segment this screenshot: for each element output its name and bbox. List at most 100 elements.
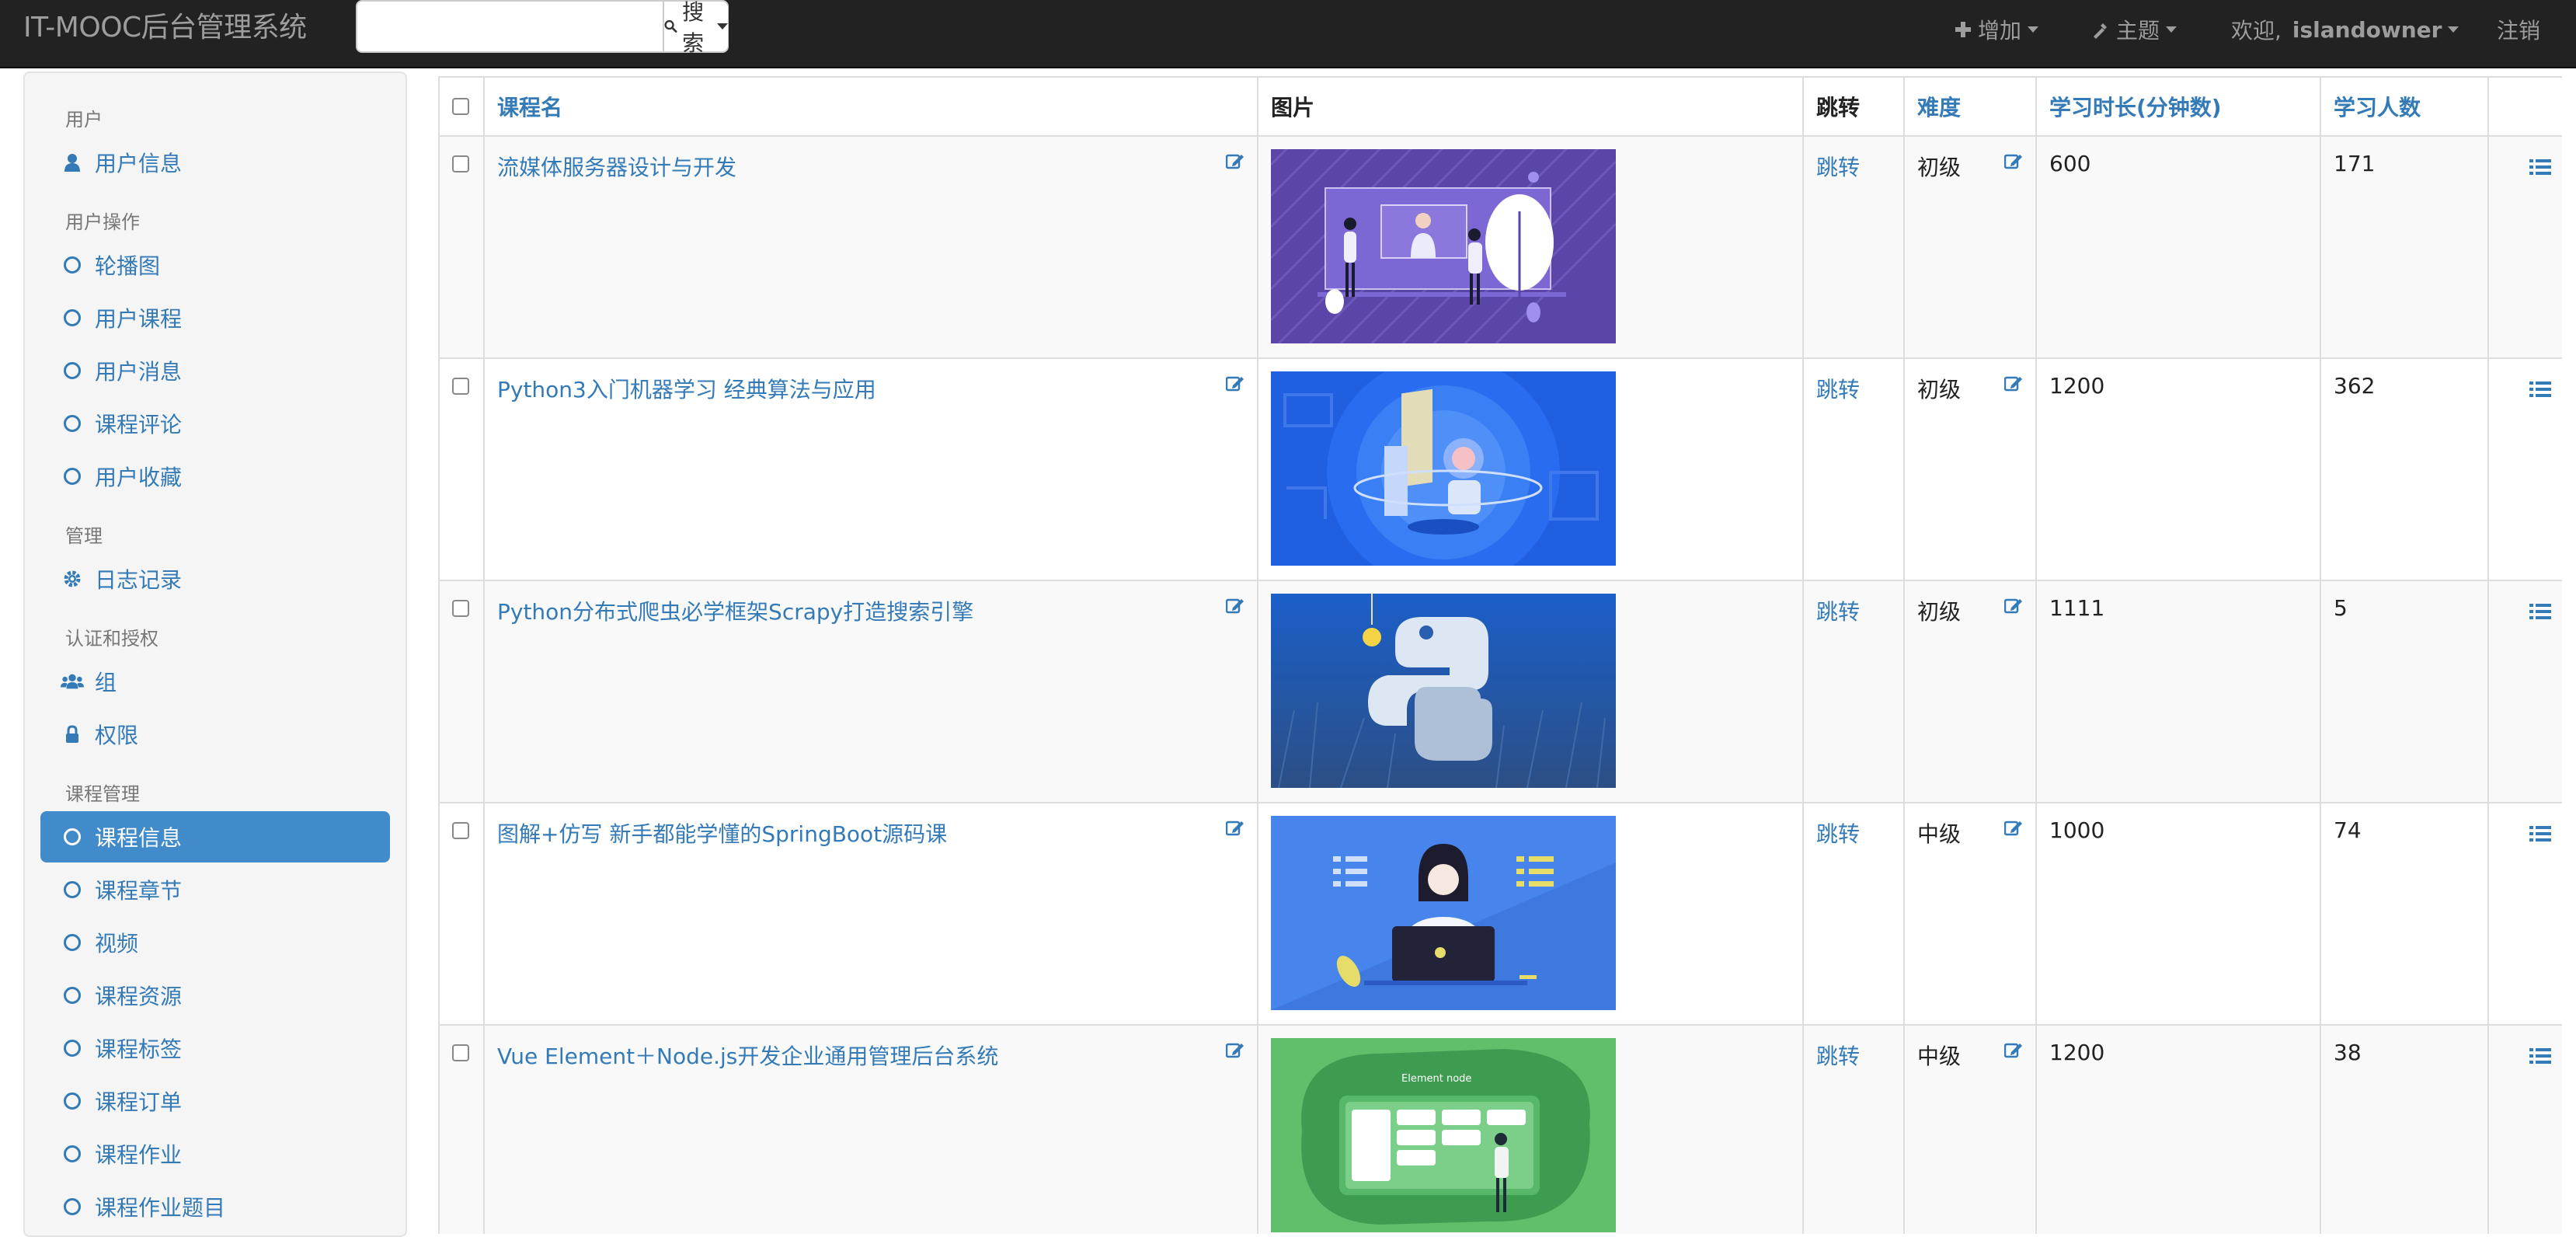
sidebar-item-course-resources[interactable]: 课程资源 [40, 970, 390, 1021]
sidebar-item-user-courses[interactable]: 用户课程 [40, 292, 390, 343]
sidebar-item-label: 视频 [95, 931, 139, 956]
jump-link[interactable]: 跳转 [1816, 821, 1860, 847]
thumbnail-illustration [1271, 594, 1616, 788]
course-name-link[interactable]: 图解+仿写 新手都能学懂的SpringBoot源码课 [497, 821, 947, 847]
brand-title[interactable]: IT-MOOC后台管理系统 [23, 12, 307, 44]
course-thumbnail[interactable] [1271, 371, 1616, 566]
column-header-students[interactable]: 学习人数 [2320, 76, 2489, 137]
column-header-name[interactable]: 课程名 [483, 76, 1258, 137]
students-cell: 74 [2320, 802, 2489, 1026]
sidebar-item-user-favorites[interactable]: 用户收藏 [40, 451, 390, 502]
row-checkbox[interactable] [452, 822, 469, 839]
sidebar-item-label: 用户信息 [95, 151, 183, 176]
table-row: Python分布式爬虫必学框架Scrapy打造搜索引擎 跳转 初级 1111 5 [438, 580, 2562, 803]
search-form: 搜索 [356, 0, 729, 56]
name-cell: Python分布式爬虫必学框架Scrapy打造搜索引擎 [483, 580, 1258, 803]
row-select-cell [438, 580, 485, 803]
gear-icon [61, 570, 84, 588]
course-thumbnail[interactable]: Element node [1271, 1038, 1616, 1232]
search-icon [664, 19, 677, 33]
column-header-duration[interactable]: 学习时长(分钟数) [2035, 76, 2321, 137]
list-icon[interactable] [2529, 1044, 2551, 1070]
table-row: Python3入门机器学习 经典算法与应用 跳转 初级 1200 362 [438, 357, 2562, 581]
course-name-link[interactable]: Vue Element＋Node.js开发企业通用管理后台系统 [497, 1044, 998, 1069]
jump-cell: 跳转 [1802, 135, 1905, 359]
list-icon[interactable] [2529, 822, 2551, 848]
difficulty-value: 初级 [1917, 599, 1962, 625]
circle-icon [61, 881, 84, 898]
chevron-down-icon [717, 23, 729, 30]
row-checkbox[interactable] [452, 600, 469, 617]
logout-link[interactable]: 注销 [2497, 0, 2540, 59]
edit-icon[interactable] [1225, 152, 1244, 174]
jump-link[interactable]: 跳转 [1816, 377, 1860, 402]
edit-icon[interactable] [2003, 375, 2023, 396]
edit-icon[interactable] [1225, 375, 1244, 396]
sidebar-item-course-homework[interactable]: 课程作业 [40, 1128, 390, 1180]
sidebar-item-course-info[interactable]: 课程信息 [40, 811, 390, 862]
sidebar-item-user-info[interactable]: 用户信息 [40, 137, 390, 188]
course-thumbnail[interactable] [1271, 149, 1616, 343]
sidebar-item-groups[interactable]: 组 [40, 656, 390, 707]
add-menu[interactable]: 增加 [1955, 0, 2039, 59]
sidebar-item-videos[interactable]: 视频 [40, 917, 390, 968]
course-table: 课程名 图片 跳转 难度 学习时长(分钟数) 学习人数 流媒体服务器设计与开发 [438, 76, 2562, 1234]
list-icon[interactable] [2529, 155, 2551, 181]
circle-icon [61, 1092, 84, 1110]
sidebar-item-course-comments[interactable]: 课程评论 [40, 398, 390, 449]
username: islandowner [2292, 16, 2442, 43]
column-header-actions [2487, 76, 2562, 137]
name-cell: Vue Element＋Node.js开发企业通用管理后台系统 [483, 1024, 1258, 1234]
edit-icon[interactable] [2003, 819, 2023, 841]
jump-link[interactable]: 跳转 [1816, 599, 1860, 625]
sidebar-item-course-chapters[interactable]: 课程章节 [40, 864, 390, 915]
jump-cell: 跳转 [1802, 580, 1905, 803]
edit-icon[interactable] [2003, 597, 2023, 618]
search-button[interactable]: 搜索 [664, 0, 729, 56]
list-icon[interactable] [2529, 378, 2551, 403]
edit-icon[interactable] [1225, 597, 1244, 618]
sidebar-item-permissions[interactable]: 权限 [40, 709, 390, 760]
actions-cell [2487, 357, 2562, 581]
chevron-down-icon [2028, 26, 2039, 33]
thumbnail-illustration [1271, 371, 1616, 566]
user-menu[interactable]: 欢迎, islandowner [2231, 0, 2459, 59]
select-all-checkbox[interactable] [452, 97, 469, 115]
sidebar-item-course-orders[interactable]: 课程订单 [40, 1075, 390, 1127]
row-checkbox[interactable] [452, 155, 469, 172]
sidebar-item-banner[interactable]: 轮播图 [40, 239, 390, 291]
edit-icon[interactable] [1225, 819, 1244, 841]
column-header-image: 图片 [1257, 76, 1804, 137]
sidebar-item-label: 日志记录 [95, 567, 183, 593]
edit-icon[interactable] [2003, 1041, 2023, 1063]
row-checkbox[interactable] [452, 1044, 469, 1061]
plus-icon [1955, 22, 1971, 37]
jump-link[interactable]: 跳转 [1816, 155, 1860, 180]
course-name-link[interactable]: 流媒体服务器设计与开发 [497, 155, 736, 180]
sidebar-item-homework-questions[interactable]: 课程作业题目 [40, 1181, 390, 1232]
course-name-link[interactable]: Python3入门机器学习 经典算法与应用 [497, 377, 876, 402]
course-thumbnail[interactable] [1271, 594, 1616, 788]
course-thumbnail[interactable] [1271, 816, 1616, 1010]
sidebar-item-course-tags[interactable]: 课程标签 [40, 1023, 390, 1074]
row-checkbox[interactable] [452, 378, 469, 395]
row-select-cell [438, 357, 485, 581]
difficulty-value: 中级 [1917, 1044, 1962, 1069]
select-all-cell [438, 76, 485, 137]
thumbnail-brand-text: Element node [1401, 1073, 1471, 1085]
difficulty-cell: 中级 [1903, 1024, 2037, 1234]
sidebar-item-user-messages[interactable]: 用户消息 [40, 345, 390, 396]
column-header-difficulty[interactable]: 难度 [1903, 76, 2037, 137]
edit-icon[interactable] [2003, 152, 2023, 174]
list-icon[interactable] [2529, 600, 2551, 625]
course-name-link[interactable]: Python分布式爬虫必学框架Scrapy打造搜索引擎 [497, 599, 973, 625]
duration-cell: 1111 [2035, 580, 2321, 803]
theme-menu[interactable]: 主题 [2091, 0, 2177, 59]
edit-icon[interactable] [1225, 1041, 1244, 1063]
sidebar-item-logs[interactable]: 日志记录 [40, 553, 390, 605]
search-input[interactable] [357, 2, 664, 51]
jump-link[interactable]: 跳转 [1816, 1044, 1860, 1069]
students-cell: 38 [2320, 1024, 2489, 1234]
difficulty-cell: 初级 [1903, 357, 2037, 581]
difficulty-cell: 中级 [1903, 802, 2037, 1026]
